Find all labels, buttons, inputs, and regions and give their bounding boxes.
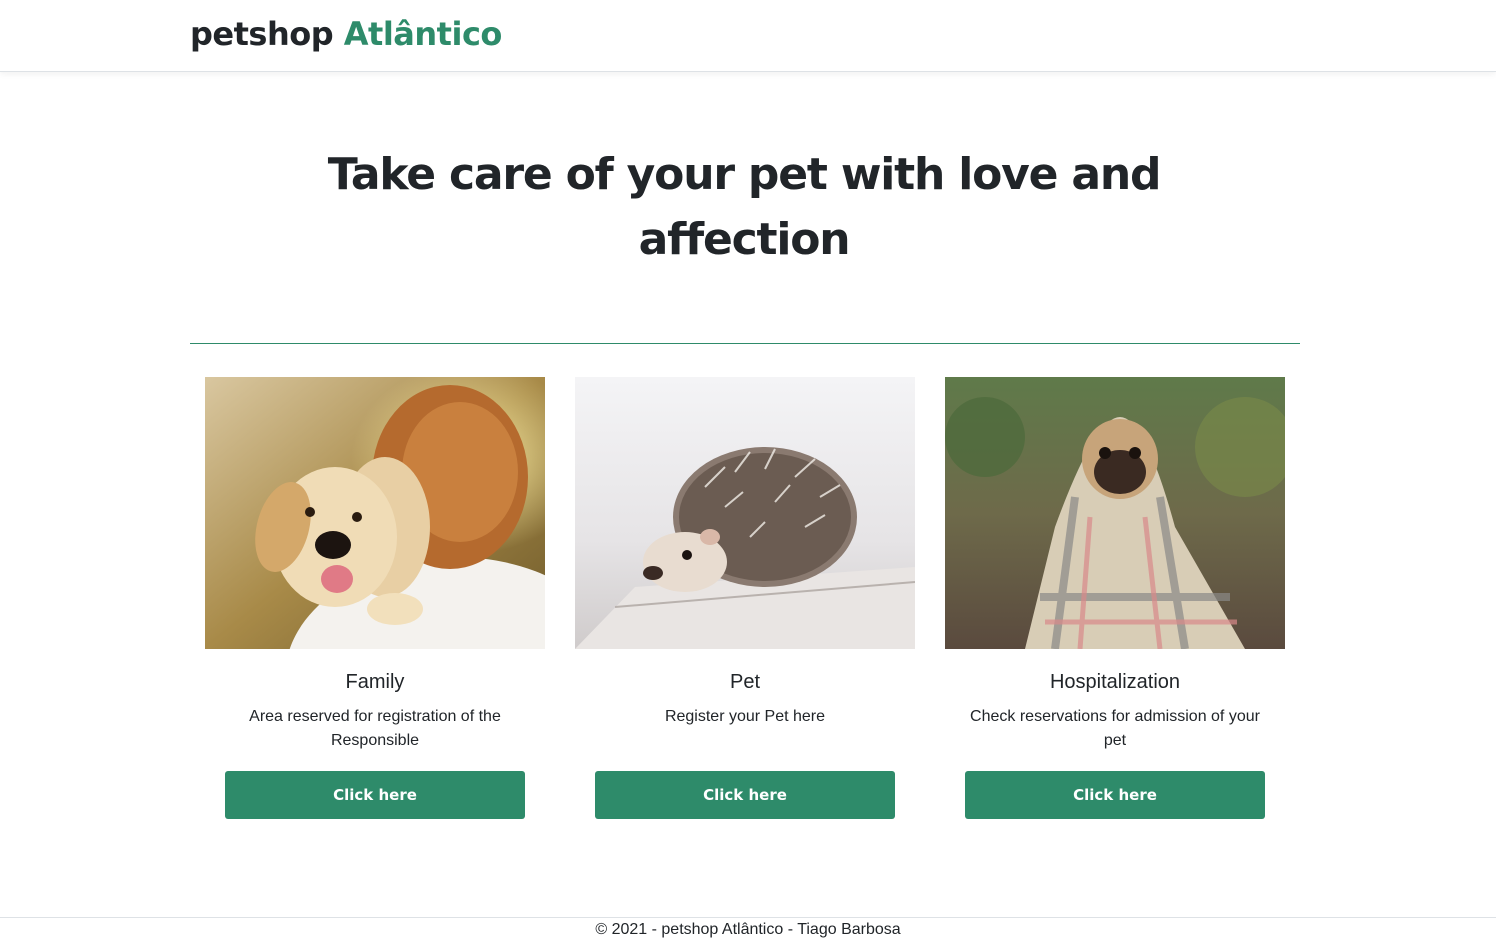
card-title: Family: [345, 671, 405, 693]
top-navbar: petshop Atlântico: [0, 0, 1496, 72]
brand-accent: Atlântico: [343, 15, 503, 53]
brand-logo-link[interactable]: petshop Atlântico: [190, 14, 502, 54]
card-title: Pet: [729, 671, 761, 693]
pet-click-here-button[interactable]: Click here: [595, 771, 895, 819]
puppy-and-boy-photo: [205, 377, 545, 649]
brand-name: petshop: [190, 15, 334, 53]
page-footer: © 2021 - petshop Atlântico - Tiago Barbo…: [0, 917, 1496, 942]
footer-copyright: © 2021 - petshop Atlântico - Tiago Barbo…: [595, 921, 901, 938]
card-pet: Pet Register your Pet here Click here: [575, 377, 915, 819]
card-description: Check reservations for admission of your…: [970, 708, 1260, 749]
hero-title: Take care of your pet with love and affe…: [327, 149, 1162, 265]
card-description: Register your Pet here: [664, 708, 826, 725]
card-family: Family Area reserved for registration of…: [205, 377, 545, 819]
hedgehog-photo: [575, 377, 915, 649]
pug-in-blanket-photo: [945, 377, 1285, 649]
hospitalization-click-here-button[interactable]: Click here: [965, 771, 1265, 819]
card-description: Area reserved for registration of the Re…: [249, 708, 501, 749]
card-title: Hospitalization: [1049, 671, 1181, 693]
family-click-here-button[interactable]: Click here: [225, 771, 525, 819]
card-hospitalization: Hospitalization Check reservations for a…: [945, 377, 1285, 819]
section-divider: [190, 343, 1300, 344]
